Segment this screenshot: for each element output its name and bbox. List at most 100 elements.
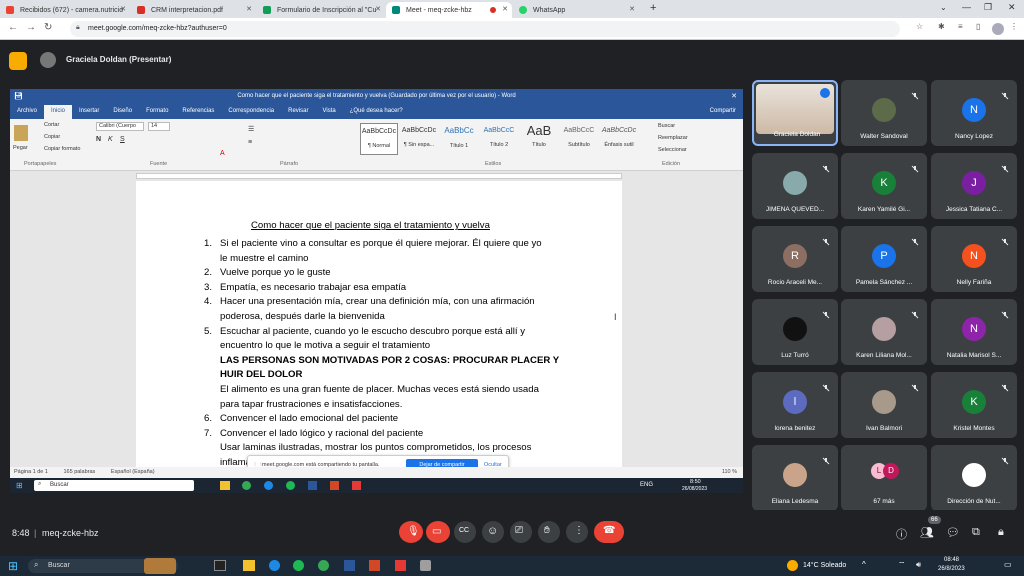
cut-button[interactable]: Cortar — [44, 122, 59, 128]
menu-vista[interactable]: Vista — [315, 105, 342, 119]
font-color-icon[interactable]: A — [220, 150, 225, 157]
mic-off-button[interactable]: 🎙︎ — [399, 521, 423, 543]
leave-call-button[interactable]: ☎︎ — [594, 521, 624, 543]
participant-tile[interactable]: Karen Liliana Mol... — [841, 299, 927, 365]
restore-icon[interactable]: ❐ — [984, 2, 992, 13]
menu-inicio[interactable]: Inicio — [44, 105, 73, 119]
edge-icon[interactable] — [269, 560, 280, 571]
app-icon[interactable] — [420, 560, 431, 571]
document-page[interactable]: Como hacer que el paciente siga el trata… — [136, 181, 622, 468]
clock-time[interactable]: 08:48 — [944, 557, 959, 563]
notifications-icon[interactable]: ▭ — [1004, 560, 1012, 569]
people-icon[interactable]: 👥︎ — [920, 526, 934, 539]
present-button[interactable]: ⎚ — [510, 521, 532, 543]
camera-off-button[interactable]: ▭ — [426, 521, 450, 543]
copy-button[interactable]: Copiar — [44, 134, 60, 140]
reactions-button[interactable]: ☺ — [482, 521, 504, 543]
menu-correspondencia[interactable]: Correspondencia — [221, 105, 281, 119]
participant-tile[interactable]: K Karen Yamilé Gi... — [841, 153, 927, 219]
menu-icon[interactable]: ⋮ — [1010, 22, 1018, 31]
powerpoint-icon[interactable] — [369, 560, 380, 571]
reading-list-icon[interactable]: ≡ — [958, 22, 963, 31]
bullets-icon[interactable]: ☰ — [248, 125, 254, 133]
find-button[interactable]: Buscar — [658, 123, 675, 129]
minimize-icon[interactable]: — — [962, 2, 971, 12]
profile-avatar[interactable] — [992, 23, 1004, 35]
present-icon[interactable] — [9, 52, 27, 70]
bold-icon[interactable]: N — [96, 136, 101, 143]
raise-hand-button[interactable]: ✋︎ — [538, 521, 560, 543]
close-window-icon[interactable]: ✕ — [1008, 2, 1016, 13]
file-explorer-icon[interactable] — [243, 560, 255, 571]
style-no-spacing[interactable]: AaBbCcDc ¶ Sin espa... — [400, 123, 438, 155]
participant-tile[interactable]: Luz Turró — [752, 299, 838, 365]
paste-icon[interactable] — [14, 125, 28, 141]
menu-formato[interactable]: Formato — [139, 105, 175, 119]
style-heading2[interactable]: AaBbCcC Título 2 — [480, 123, 518, 155]
chat-icon[interactable]: 💬︎ — [946, 526, 960, 539]
participant-tile[interactable]: Dirección de Nut... — [931, 445, 1017, 511]
zoom-level[interactable]: 110 % — [722, 469, 737, 475]
font-name-select[interactable]: Calibri (Cuerpo — [96, 122, 144, 131]
style-subtle-emphasis[interactable]: AaBbCcDc Énfasis sutil — [600, 123, 638, 155]
host-controls-icon[interactable]: 🔒︎ — [998, 526, 1004, 539]
word-icon[interactable] — [344, 560, 355, 571]
url-field[interactable]: 🔒︎ meet.google.com/meq-zcke-hbz?authuser… — [70, 21, 900, 37]
format-painter-button[interactable]: Copiar formato — [44, 146, 80, 152]
participant-tile[interactable]: Eliana Ledesma — [752, 445, 838, 511]
info-icon[interactable]: ⓘ — [896, 526, 907, 542]
replace-button[interactable]: Reemplazar — [658, 135, 688, 141]
close-icon[interactable]: ✕ — [246, 5, 252, 13]
more-options-button[interactable]: ⋮ — [566, 521, 588, 543]
close-icon[interactable]: ✕ — [502, 5, 508, 13]
captions-button[interactable]: CC — [454, 521, 476, 543]
participant-tile[interactable]: N Natalia Marisol S... — [931, 299, 1017, 365]
close-icon[interactable]: ✕ — [629, 5, 635, 13]
style-title[interactable]: AaB Título — [520, 123, 558, 155]
acrobat-icon[interactable] — [395, 560, 406, 571]
paste-button[interactable]: Pegar — [13, 145, 28, 151]
volume-icon[interactable]: 🔊︎ — [916, 560, 921, 570]
italic-icon[interactable]: K — [108, 136, 113, 143]
participant-tile[interactable]: J Jessica Tatiana C... — [931, 153, 1017, 219]
tab-search-icon[interactable]: ⌄ — [940, 3, 947, 12]
browser-tab-meet[interactable]: Meet - meq-zcke-hbz ✕ — [386, 2, 512, 18]
browser-tab-whatsapp[interactable]: WhatsApp ✕ — [513, 2, 639, 18]
participant-tile[interactable]: Ivan Balmori — [841, 372, 927, 438]
save-icon[interactable]: 💾︎ — [14, 92, 23, 100]
font-size-select[interactable]: 14 — [148, 122, 170, 131]
style-heading1[interactable]: AaBbCc Título 1 — [440, 123, 478, 155]
word-close-icon[interactable]: ✕ — [731, 92, 737, 100]
menu-diseno[interactable]: Diseño — [106, 105, 139, 119]
browser-tab-form[interactable]: Formulario de Inscripción al "Cu ✕ — [257, 2, 385, 18]
close-icon[interactable]: ✕ — [375, 5, 381, 13]
spotify-icon[interactable] — [293, 560, 304, 571]
menu-insertar[interactable]: Insertar — [72, 105, 106, 119]
forward-icon[interactable]: → — [26, 22, 36, 33]
activities-icon[interactable]: ⧉ — [972, 526, 980, 539]
task-view-icon[interactable] — [214, 560, 226, 571]
menu-referencias[interactable]: Referencias — [175, 105, 221, 119]
participant-tile[interactable]: Walter Sandoval — [841, 80, 927, 146]
menu-revisar[interactable]: Revisar — [281, 105, 315, 119]
browser-tab-pdf[interactable]: CRM interpretacion.pdf ✕ — [131, 2, 256, 18]
sidebar-icon[interactable]: ▯ — [976, 22, 980, 31]
select-button[interactable]: Seleccionar — [658, 147, 687, 153]
participant-tile[interactable]: K Kristel Montes — [931, 372, 1017, 438]
menu-archivo[interactable]: Archivo — [10, 105, 44, 119]
star-icon[interactable]: ☆ — [916, 22, 923, 31]
wifi-icon[interactable]: ⌔ — [898, 560, 906, 570]
participant-tile[interactable]: N Nelly Fariña — [931, 226, 1017, 292]
style-normal[interactable]: AaBbCcDc ¶ Normal — [360, 123, 398, 155]
chrome-icon[interactable] — [318, 560, 329, 571]
participant-tile[interactable]: JIMENA QUEVED... — [752, 153, 838, 219]
participant-tile[interactable]: l lorena benitez — [752, 372, 838, 438]
align-left-icon[interactable]: ≡ — [248, 139, 252, 146]
participant-tile[interactable]: P Pamela Sánchez ... — [841, 226, 927, 292]
clock-date[interactable]: 26/8/2023 — [938, 566, 965, 572]
ruler-track[interactable] — [136, 173, 622, 179]
underline-icon[interactable]: S — [120, 136, 125, 143]
language-status[interactable]: Español (España) — [111, 469, 155, 475]
windows-start-icon[interactable]: ⊞ — [8, 559, 18, 573]
participant-tile[interactable]: L D 67 más — [841, 445, 927, 511]
